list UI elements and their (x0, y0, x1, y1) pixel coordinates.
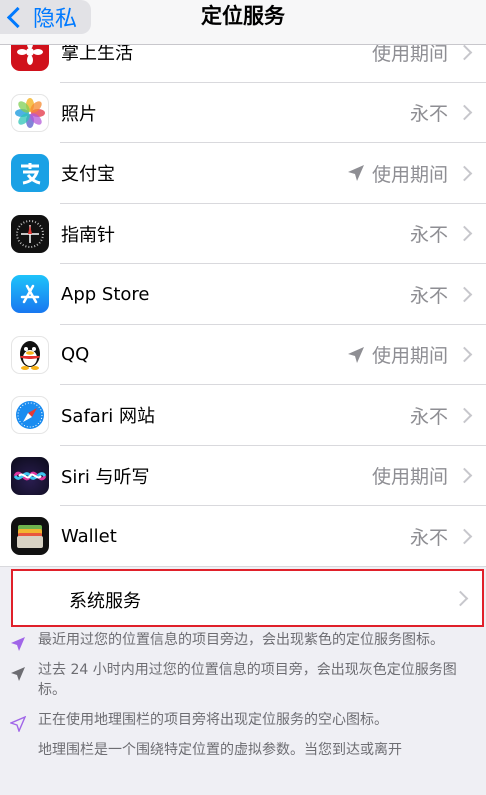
app-row-photos[interactable]: 照片 永不 (0, 83, 486, 144)
chevron-right-icon (456, 346, 473, 363)
chevron-right-icon (456, 467, 473, 484)
legend-text: 过去 24 小时内用过您的位置信息的项目旁，会出现灰色定位服务图标。 (38, 662, 457, 698)
location-arrow-icon (347, 165, 364, 182)
compass-icon (11, 214, 49, 253)
app-name: Siri 与听写 (61, 466, 150, 488)
navigation-bar: 隐私 定位服务 (0, 0, 486, 45)
siri-icon (11, 456, 49, 495)
app-name: Wallet (61, 525, 117, 547)
app-row-siri[interactable]: Siri 与听写 使用期间 (0, 446, 486, 507)
app-row-qq[interactable]: QQ 使用期间 (0, 325, 486, 386)
app-row-compass[interactable]: 指南针 永不 (0, 204, 486, 265)
app-name: 支付宝 (61, 164, 115, 186)
gray-arrow-icon (11, 667, 25, 681)
location-permission-value: 永不 (409, 526, 448, 549)
location-permission-value: 使用期间 (346, 341, 448, 368)
wallet-icon (11, 517, 49, 556)
legend-item-geofence: 地理围栏是一个围绕特定位置的虚拟参数。当您到达或离开 (0, 740, 486, 760)
location-permission-value: 使用期间 (346, 160, 448, 187)
app-row-safari[interactable]: Safari 网站 永不 (0, 385, 486, 446)
system-services-row[interactable]: 系统服务 (11, 569, 484, 627)
photos-icon (11, 93, 49, 132)
system-services-label: 系统服务 (69, 591, 141, 612)
app-store-icon (11, 275, 49, 314)
chevron-right-icon (456, 407, 473, 424)
location-permission-text: 使用期间 (371, 163, 448, 186)
app-row-app-store[interactable]: App Store 永不 (0, 264, 486, 325)
alipay-icon (11, 154, 49, 193)
location-permission-value: 永不 (409, 103, 448, 126)
page-title: 定位服务 (201, 4, 285, 28)
app-list: 掌上生活 使用期间 照片 永不 支付宝 使用期间 指南针 永不 App Stor… (0, 22, 486, 567)
chevron-right-icon (456, 286, 473, 303)
qq-penguin-icon (11, 335, 49, 374)
location-permission-value: 永不 (409, 224, 448, 247)
hollow-purple-arrow-icon (10, 716, 26, 732)
safari-icon (11, 396, 49, 435)
legend-item-gray: 过去 24 小时内用过您的位置信息的项目旁，会出现灰色定位服务图标。 (0, 660, 486, 700)
chevron-right-icon (456, 104, 473, 121)
app-row-wallet[interactable]: Wallet 永不 (0, 506, 486, 567)
location-permission-value: 使用期间 (371, 466, 448, 489)
app-name: 指南针 (61, 224, 115, 246)
location-permission-text: 使用期间 (371, 345, 448, 368)
chevron-right-icon (452, 590, 469, 607)
legend-item-purple: 最近用过您的位置信息的项目旁边，会出现紫色的定位服务图标。 (0, 630, 486, 651)
app-name: QQ (61, 344, 90, 366)
location-permission-value: 永不 (409, 284, 448, 307)
legend-text: 地理围栏是一个围绕特定位置的虚拟参数。当您到达或离开 (38, 742, 402, 758)
legend-text: 正在使用地理围栏的项目旁将出现定位服务的空心图标。 (38, 712, 388, 728)
app-name: App Store (61, 283, 150, 305)
chevron-right-icon (456, 44, 473, 61)
location-permission-value: 永不 (409, 405, 448, 428)
purple-arrow-icon (11, 637, 25, 651)
chevron-right-icon (456, 528, 473, 545)
chevron-right-icon (456, 165, 473, 182)
app-name: 照片 (61, 103, 97, 125)
chevron-right-icon (456, 225, 473, 242)
app-name: Safari 网站 (61, 406, 155, 428)
legend-item-hollow: 正在使用地理围栏的项目旁将出现定位服务的空心图标。 (0, 710, 486, 732)
location-arrow-icon (347, 346, 364, 363)
app-row-alipay[interactable]: 支付宝 使用期间 (0, 143, 486, 204)
legend-text: 最近用过您的位置信息的项目旁边，会出现紫色的定位服务图标。 (38, 632, 444, 648)
location-legend: 最近用过您的位置信息的项目旁边，会出现紫色的定位服务图标。 过去 24 小时内用… (0, 630, 486, 770)
